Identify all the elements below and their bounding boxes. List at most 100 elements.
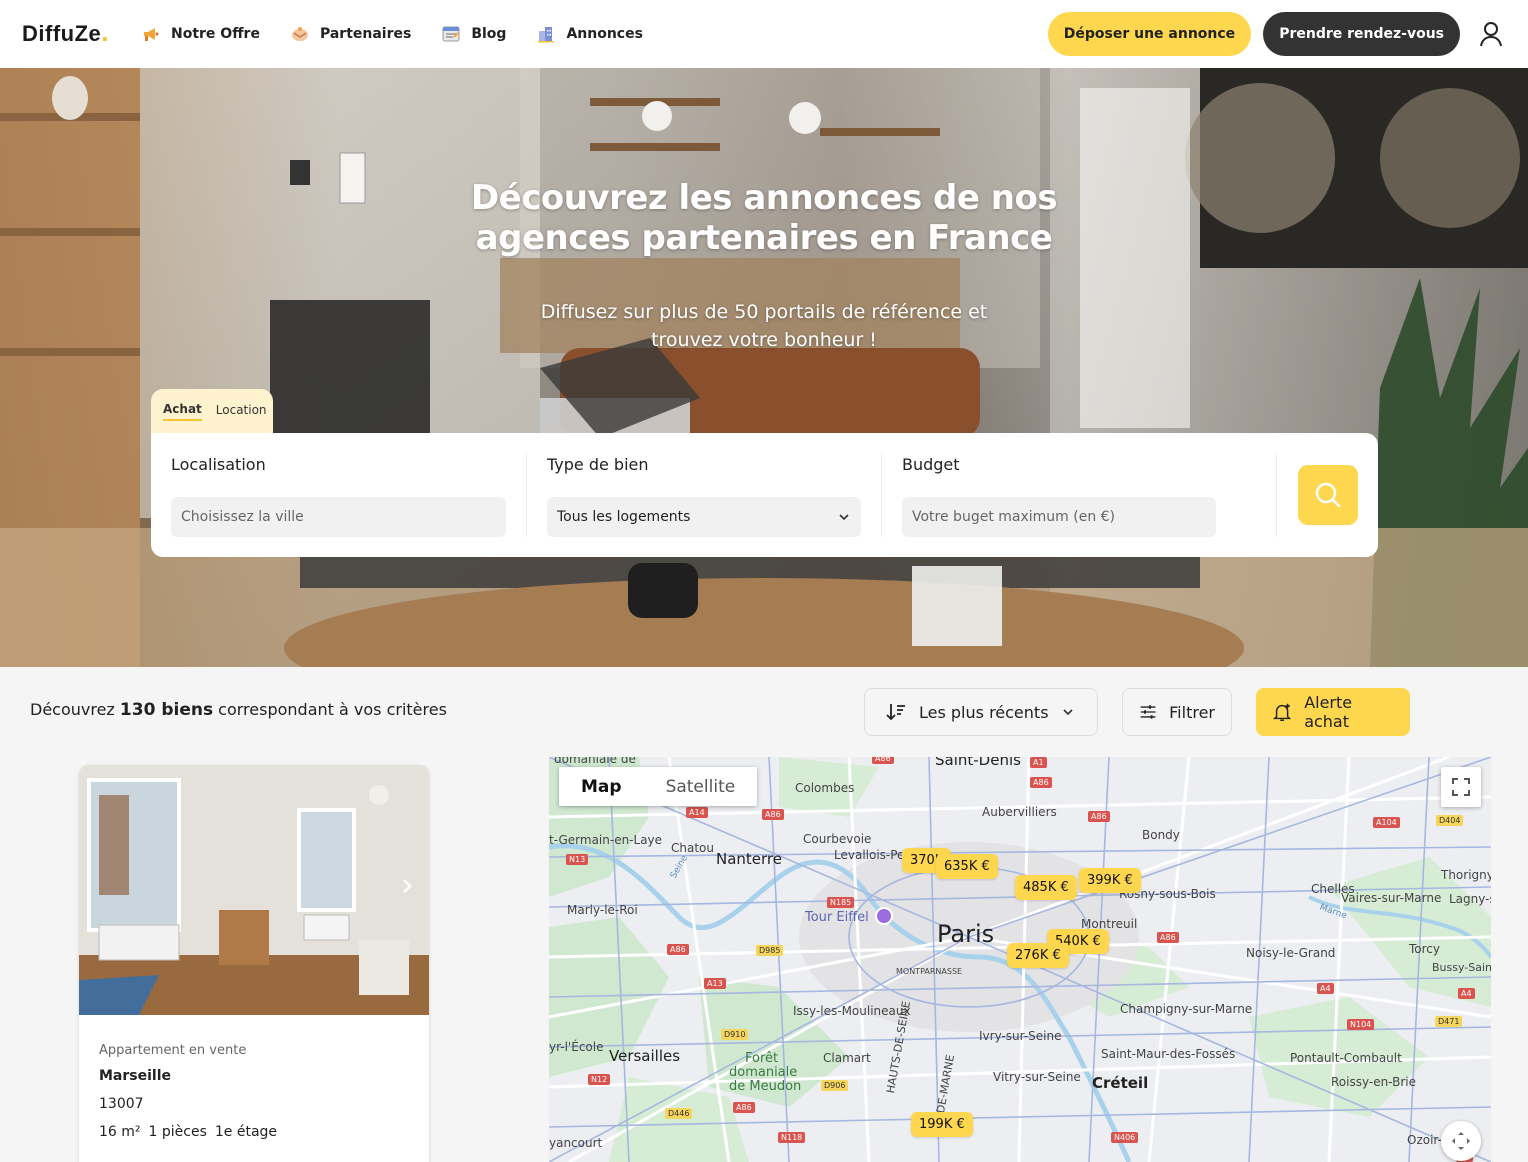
road-shield: A1 [1030, 757, 1047, 768]
road-shield: N12 [588, 1074, 611, 1085]
apartment-photo [79, 765, 429, 1015]
map-label: Forêt [745, 1051, 779, 1066]
handshake-icon [291, 27, 308, 41]
map-label: Saint-Maur-des-Fossés [1101, 1047, 1236, 1061]
map-label: MONTPARNASSE [896, 967, 963, 976]
price-pin[interactable]: 485K € [1015, 875, 1077, 900]
map-label: domaniale [729, 1065, 798, 1080]
listing-area: 16 m² [99, 1124, 141, 1140]
search-tabs: Achat Location [151, 389, 273, 434]
type-de-bien-label: Type de bien [547, 455, 649, 474]
hero-subtitle: Diffusez sur plus de 50 portails de réfé… [540, 301, 988, 351]
map-label: Nanterre [716, 850, 782, 868]
listing-rooms: 1 pièces [148, 1124, 207, 1140]
road-shield: A86 [762, 809, 784, 820]
road-shield: N13 [566, 854, 589, 865]
map-type-toggle: Map Satellite [559, 767, 758, 806]
map-label: Noisy-le-Grand [1246, 946, 1336, 960]
road-shield: N104 [1347, 1019, 1375, 1030]
road-shield: A86 [1030, 777, 1052, 788]
satellite-view-button[interactable]: Satellite [644, 767, 758, 806]
road-shield: D471 [1435, 1016, 1463, 1027]
listing-photo [79, 765, 429, 1015]
budget-input[interactable]: Votre buget maximum (en €) [902, 497, 1216, 537]
road-shield: N406 [1111, 1132, 1139, 1143]
nav-link-annonces[interactable]: Annonces [536, 24, 643, 44]
map-label: yancourt [549, 1136, 603, 1150]
filter-button[interactable]: Filtrer [1122, 688, 1232, 736]
road-shield: A86 [872, 757, 894, 764]
map-label: Bondy [1142, 828, 1180, 842]
price-pin[interactable]: 635K € [936, 854, 998, 879]
prendre-rendez-vous-button[interactable]: Prendre rendez-vous [1263, 12, 1460, 56]
nav-link-partenaires[interactable]: Partenaires [290, 24, 411, 44]
map-label: t-Germain-en-Laye [549, 833, 663, 847]
type-de-bien-select[interactable]: Tous les logements [547, 497, 861, 537]
price-pin[interactable]: 276K € [1007, 943, 1069, 968]
localisation-input[interactable]: Choisissez la ville [171, 497, 506, 537]
tab-location[interactable]: Location [216, 403, 267, 420]
search-form: Localisation Choisissez la ville Type de… [151, 433, 1378, 557]
map-pan-control[interactable] [1441, 1121, 1481, 1161]
nav-link-notre-offre[interactable]: Notre Offre [141, 24, 260, 44]
map-label: Roissy-en-Brie [1331, 1075, 1416, 1089]
listing-specs: 16 m² 1 pièces 1e étage [99, 1124, 409, 1140]
chevron-right-icon[interactable] [399, 877, 415, 895]
megaphone-icon [144, 28, 159, 41]
map-label: Vitry-sur-Seine [993, 1070, 1081, 1084]
price-pin[interactable]: 199K € [911, 1112, 973, 1137]
bell-plus-icon [1272, 703, 1292, 721]
price-pin[interactable]: 399K € [1079, 868, 1141, 893]
chevron-down-icon [1062, 709, 1073, 716]
map-label: Levallois-Per [834, 848, 910, 862]
listing-type: Appartement en vente [99, 1043, 247, 1058]
road-shield: A13 [704, 978, 726, 989]
sliders-icon [1140, 705, 1156, 719]
diffuze-logo[interactable]: DiffuZe. [22, 19, 109, 47]
map-label: Courbevoie [803, 832, 872, 846]
map-label: Colombes [795, 781, 855, 795]
map-label: Bussy-Saint-G [1432, 961, 1491, 974]
map-view-button[interactable]: Map [559, 767, 644, 806]
road-shield: A86 [733, 1102, 755, 1113]
tab-achat[interactable]: Achat [163, 402, 202, 421]
fullscreen-button[interactable] [1441, 767, 1481, 807]
nav-link-blog[interactable]: Blog [441, 24, 506, 44]
alerte-achat-button[interactable]: Alerte achat [1256, 688, 1410, 736]
chevron-down-icon [839, 514, 849, 521]
map-label: Lagny-s [1449, 892, 1491, 906]
listings-map[interactable]: domaniale de Saint-Denis Colombes Auberv… [549, 757, 1491, 1162]
localisation-label: Localisation [171, 455, 266, 474]
road-shield: A4 [1458, 988, 1475, 999]
results-count-text: Découvrez 130 biens correspondant à vos … [30, 700, 447, 720]
move-arrows-icon [1452, 1132, 1470, 1150]
map-label: Clamart [823, 1051, 871, 1065]
fullscreen-icon [1452, 778, 1470, 796]
search-button[interactable] [1298, 465, 1358, 525]
hero-background-photo [0, 68, 1528, 667]
nav-links: Notre Offre Partenaires Blog Annonces [141, 24, 643, 44]
map-label: Saint-Denis [935, 757, 1021, 769]
map-label: Vaires-sur-Marne [1341, 891, 1442, 905]
map-label: Aubervilliers [982, 805, 1057, 819]
top-navbar: DiffuZe. Notre Offre Partenaires Blog An… [0, 0, 1528, 68]
landmark-icon [875, 907, 893, 925]
listing-floor: 1e étage [214, 1124, 278, 1140]
type-de-bien-field: Type de bien Tous les logements [526, 453, 881, 537]
search-icon [1315, 482, 1341, 508]
budget-label: Budget [902, 455, 960, 474]
map-label: de Meudon [729, 1079, 802, 1094]
map-label: Pontault-Combault [1290, 1051, 1402, 1065]
map-label: Marly-le-Roi [567, 903, 638, 917]
road-shield: N185 [827, 897, 855, 908]
blog-icon [442, 26, 460, 42]
sort-dropdown[interactable]: Les plus récents [864, 688, 1098, 736]
user-icon[interactable] [1476, 19, 1506, 49]
buildings-icon [538, 27, 555, 43]
deposer-annonce-button[interactable]: Déposer une annonce [1047, 12, 1252, 56]
listing-card[interactable]: Appartement en vente Marseille 13007 16 … [79, 765, 429, 1162]
road-shield: A86 [1157, 932, 1179, 943]
budget-field: Budget Votre buget maximum (en €) [881, 453, 1236, 537]
map-label: Torcy [1409, 942, 1441, 956]
map-label: Issy-les-Moulineaux [793, 1004, 911, 1018]
